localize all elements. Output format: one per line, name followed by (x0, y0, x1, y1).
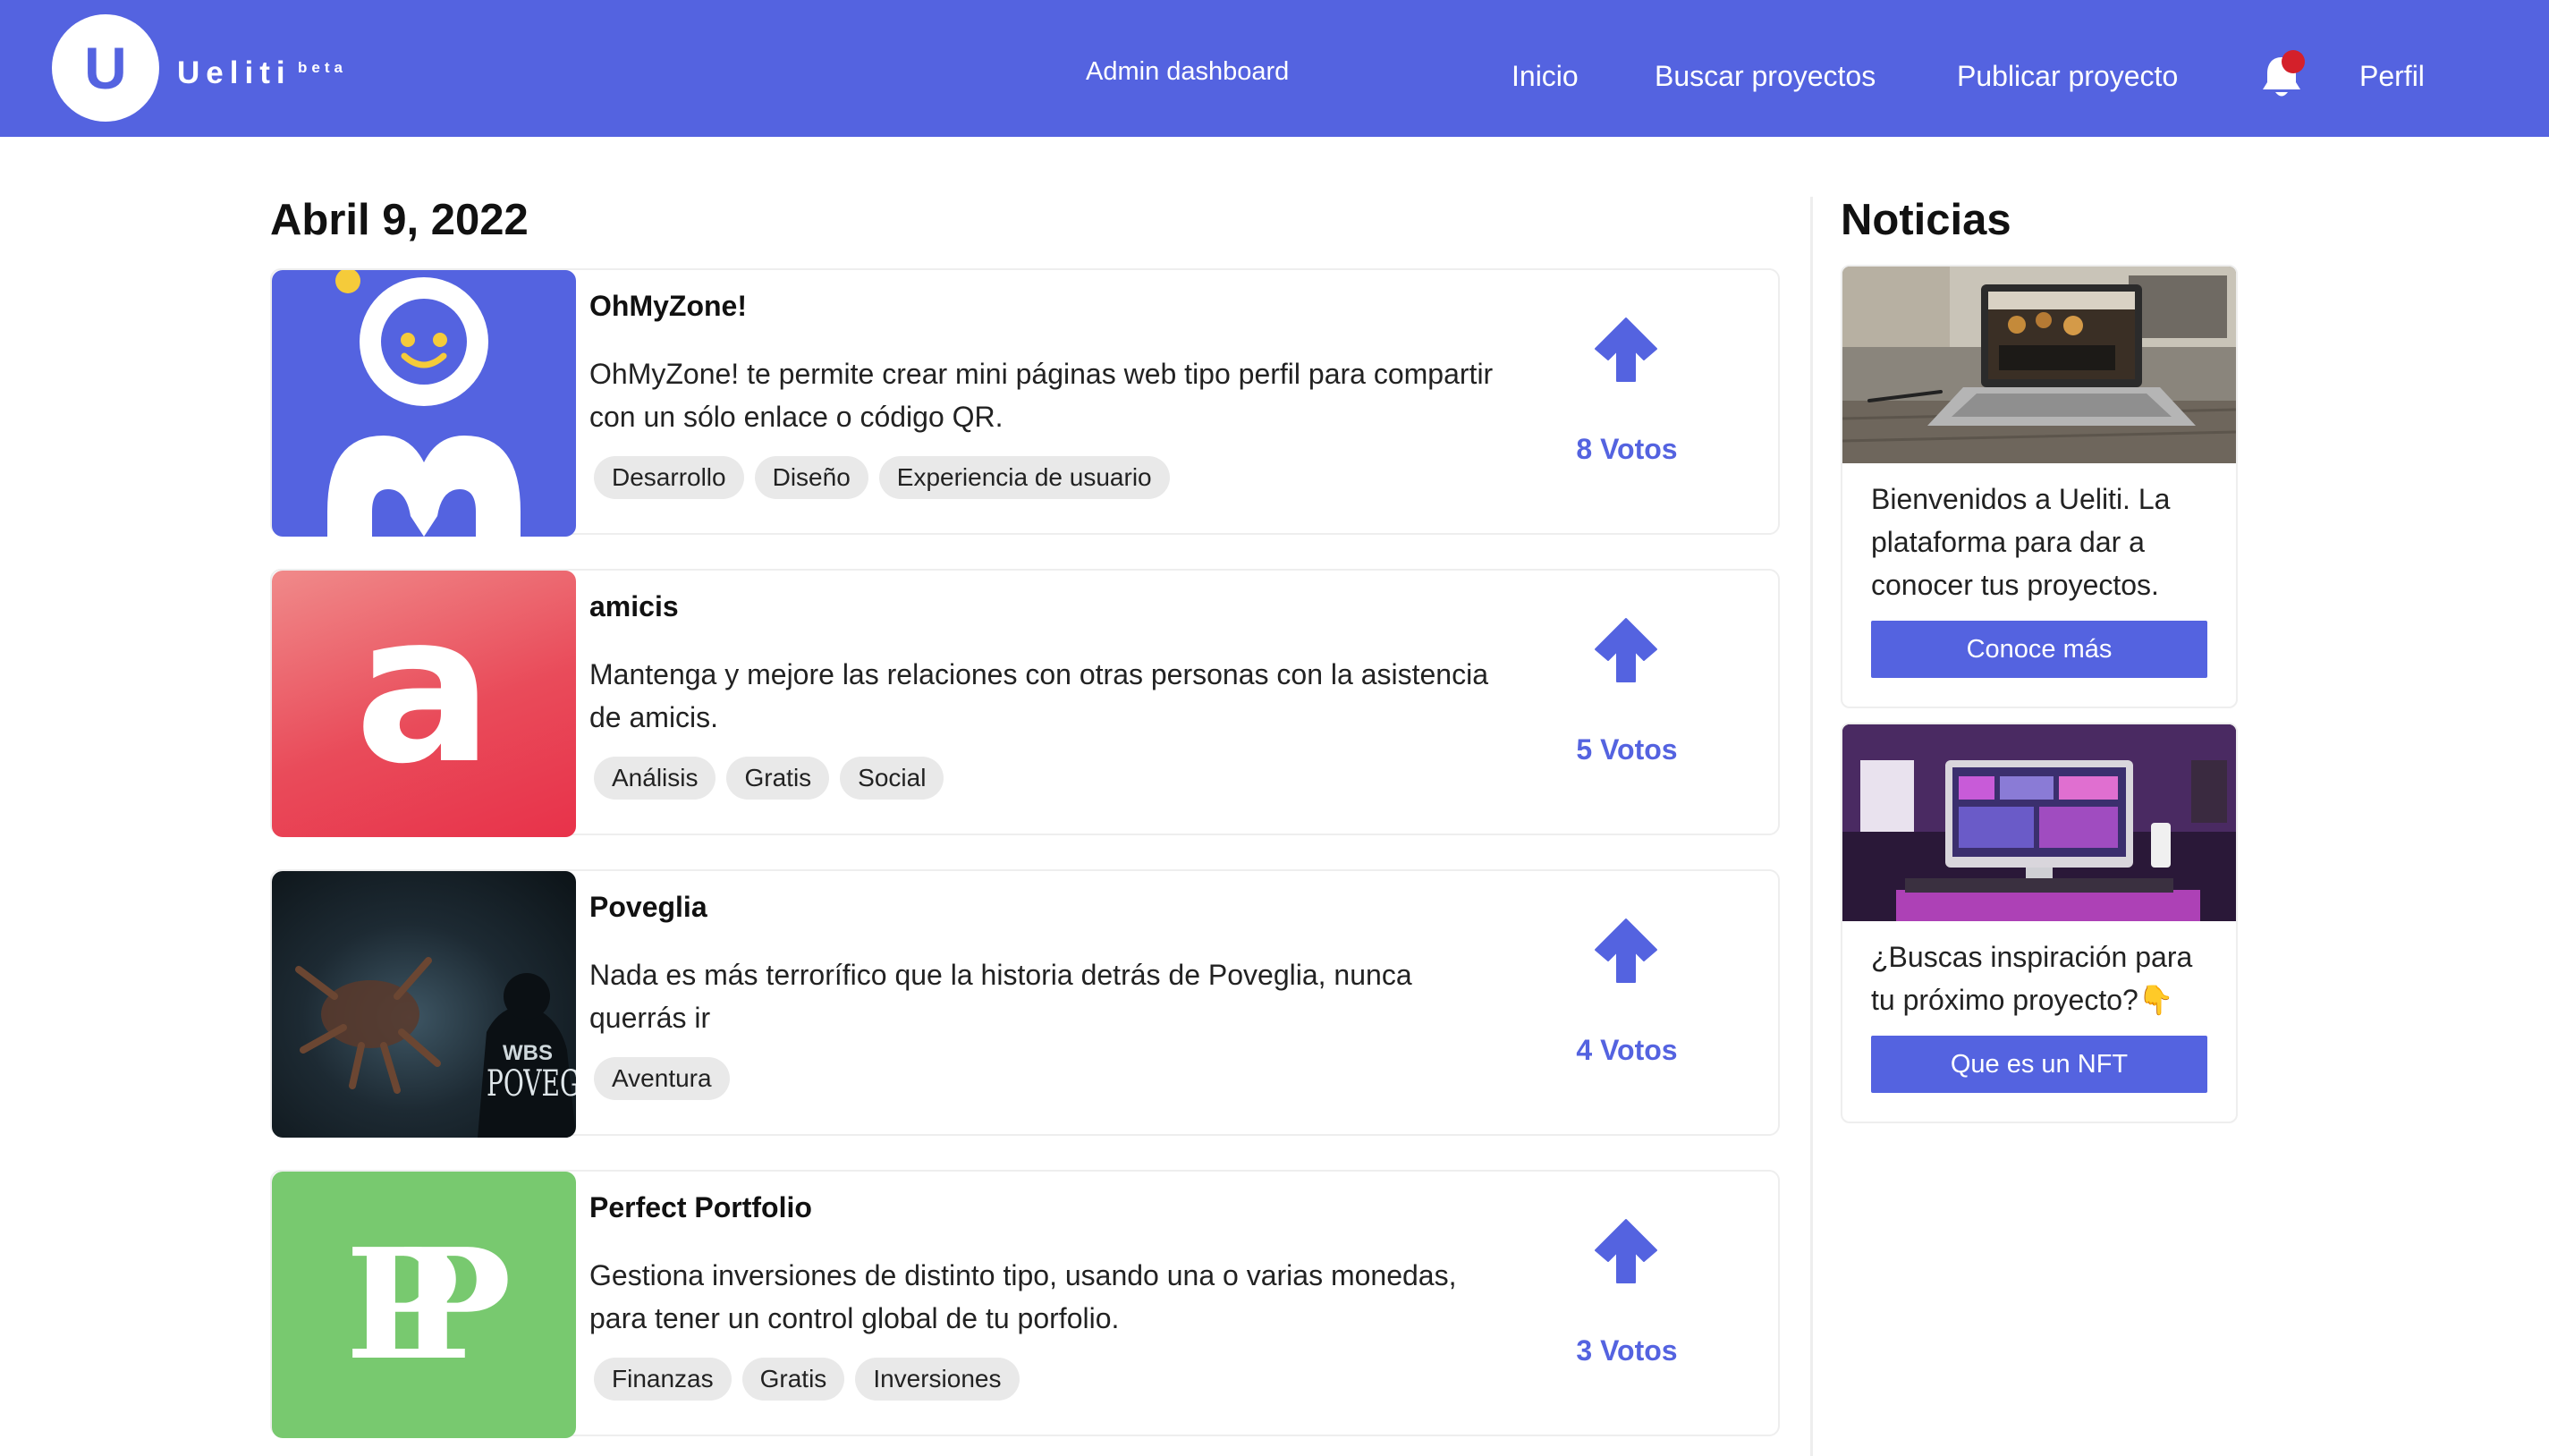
tag-list: Finanzas Gratis Inversiones (594, 1358, 1020, 1401)
brand-name[interactable]: Ueliti (177, 55, 292, 91)
top-navbar: U Ueliti beta Admin dashboard Inicio Bus… (0, 0, 2549, 137)
tag-list: Aventura (594, 1057, 730, 1100)
news-heading: Noticias (1841, 196, 2011, 244)
tag-chip[interactable]: Social (840, 757, 944, 800)
feed-date-heading: Abril 9, 2022 (270, 196, 529, 244)
logo-icon[interactable]: U (52, 14, 159, 122)
project-thumbnail[interactable]: WBS POVEGLI (272, 871, 576, 1138)
tag-list: Análisis Gratis Social (594, 757, 944, 800)
news-card-inspiration: ¿Buscas inspiración para tu próximo proy… (1841, 723, 2238, 1123)
amicis-logo-icon: a (272, 571, 576, 837)
tag-chip[interactable]: Aventura (594, 1057, 730, 1100)
tag-chip[interactable]: Inversiones (855, 1358, 1020, 1401)
nav-buscar-proyectos[interactable]: Buscar proyectos (1655, 60, 1876, 93)
vote-count: 3 Votos (1576, 1334, 1678, 1367)
vote-count: 5 Votos (1576, 733, 1678, 766)
perfect-portfolio-logo-icon: PP (272, 1172, 576, 1438)
upvote-arrow-icon[interactable] (1588, 614, 1664, 685)
project-thumbnail[interactable]: a (272, 571, 576, 837)
upvote-arrow-icon[interactable] (1588, 1215, 1664, 1286)
notification-dot (2282, 50, 2305, 73)
project-description: Mantenga y mejore las relaciones con otr… (589, 658, 1488, 733)
project-thumbnail[interactable] (272, 270, 576, 537)
poveglia-thumb-text-2: POVEGLI (487, 1063, 576, 1105)
logo-letter: U (84, 35, 127, 101)
news-text: ¿Buscas inspiración para tu próximo proy… (1871, 941, 2193, 1016)
vote-count: 8 Votos (1576, 433, 1678, 465)
tag-chip[interactable]: Gratis (741, 1358, 845, 1401)
tag-list: Desarrollo Diseño Experiencia de usuario (594, 456, 1170, 499)
news-card-welcome: Bienvenidos a Ueliti. La plataforma para… (1841, 265, 2238, 708)
tag-chip[interactable]: Experiencia de usuario (878, 456, 1170, 499)
poveglia-thumb-text-1: WBS (503, 1041, 553, 1065)
beta-badge: beta (298, 59, 347, 76)
project-feed: OhMyZone! OhMyZone! te permite crear min… (270, 268, 1780, 1456)
column-divider (1810, 197, 1813, 1456)
news-text: Bienvenidos a Ueliti. La plataforma para… (1871, 483, 2171, 601)
tag-chip[interactable]: Análisis (594, 757, 716, 800)
project-card-poveglia[interactable]: WBS POVEGLI Poveglia Nada es más terrorí… (270, 869, 1780, 1138)
upvote-arrow-icon[interactable] (1588, 914, 1664, 986)
project-title[interactable]: amicis (589, 590, 679, 623)
project-description: OhMyZone! te permite crear mini páginas … (589, 358, 1494, 433)
project-thumbnail[interactable]: PP (272, 1172, 576, 1438)
upvote-arrow-icon[interactable] (1588, 313, 1664, 385)
news-image-laptop[interactable] (1842, 267, 2236, 463)
project-description: Gestiona inversiones de distinto tipo, u… (589, 1259, 1457, 1334)
que-es-un-nft-button[interactable]: Que es un NFT (1871, 1036, 2207, 1093)
news-image-desk-setup[interactable] (1842, 724, 2236, 921)
perfect-portfolio-logo-letters: PP (345, 1215, 511, 1394)
project-card-ohmyzone[interactable]: OhMyZone! OhMyZone! te permite crear min… (270, 268, 1780, 537)
project-description: Nada es más terrorífico que la historia … (589, 959, 1412, 1034)
project-title[interactable]: OhMyZone! (589, 290, 747, 323)
project-title[interactable]: Poveglia (589, 891, 707, 924)
project-title[interactable]: Perfect Portfolio (589, 1191, 812, 1224)
tag-chip[interactable]: Diseño (754, 456, 868, 499)
ohmyzone-logo-icon (272, 270, 576, 537)
nav-publicar-proyecto[interactable]: Publicar proyecto (1957, 60, 2178, 93)
project-card-perfect-portfolio[interactable]: PP Perfect Portfolio Gestiona inversione… (270, 1170, 1780, 1438)
nav-perfil[interactable]: Perfil (2359, 60, 2425, 93)
tag-chip[interactable]: Finanzas (594, 1358, 732, 1401)
nav-admin-dashboard[interactable]: Admin dashboard (1086, 57, 1289, 87)
tag-chip[interactable]: Gratis (726, 757, 830, 800)
nav-inicio[interactable]: Inicio (1512, 60, 1579, 93)
project-card-amicis[interactable]: a amicis Mantenga y mejore las relacione… (270, 569, 1780, 837)
amicis-logo-letter: a (354, 571, 494, 809)
conoce-mas-button[interactable]: Conoce más (1871, 621, 2207, 678)
tag-chip[interactable]: Desarrollo (594, 456, 744, 499)
vote-count: 4 Votos (1576, 1034, 1678, 1066)
